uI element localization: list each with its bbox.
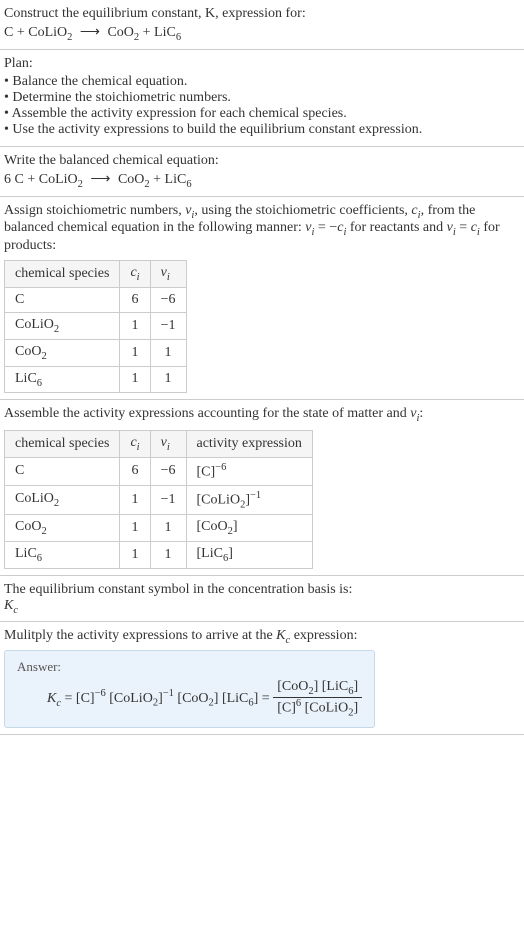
table-row: CoO2 1 1 [5,339,187,366]
th-vi: νi [150,431,186,458]
plan-item: • Assemble the activity expression for e… [4,106,520,122]
cell-vi: −6 [150,287,186,312]
th-species: chemical species [5,261,120,288]
table-row: CoO2 1 1 [CoO2] [5,515,313,542]
th-ci: ci [120,261,150,288]
plan-item: • Balance the chemical equation. [4,74,520,90]
balanced-heading: Write the balanced chemical equation: [4,153,520,169]
unbalanced-equation: C + CoLiO2 ⟶ CoO2 + LiC6 [4,24,520,43]
problem-title: Construct the equilibrium constant, K, e… [4,6,520,22]
activity-table: chemical species ci νi activity expressi… [4,430,313,569]
table-row: C 6 −6 [5,287,187,312]
cell-activity: [C]−6 [186,457,312,485]
multiply-heading: Mulitply the activity expressions to arr… [4,628,520,646]
cell-ci: 6 [120,287,150,312]
cell-vi: −1 [150,485,186,514]
stoich-heading: Assign stoichiometric numbers, νi, using… [4,203,520,255]
plan-item: • Use the activity expressions to build … [4,122,520,138]
answer-expression: Kc = [C]−6 [CoLiO2]−1 [CoO2] [LiC6] = [C… [17,679,362,718]
answer-label: Answer: [17,659,362,675]
symbol-section: The equilibrium constant symbol in the c… [0,576,524,623]
cell-species: C [5,457,120,485]
plan-list: • Balance the chemical equation. • Deter… [4,74,520,138]
cell-vi: −1 [150,312,186,339]
stoich-table: chemical species ci νi C 6 −6 CoLiO2 1 −… [4,260,187,393]
table-header-row: chemical species ci νi activity expressi… [5,431,313,458]
cell-ci: 1 [120,312,150,339]
balanced-section: Write the balanced chemical equation: 6 … [0,147,524,197]
multiply-section: Mulitply the activity expressions to arr… [0,622,524,734]
cell-species: LiC6 [5,541,120,568]
table-row: LiC6 1 1 [5,366,187,393]
cell-vi: −6 [150,457,186,485]
table-row: CoLiO2 1 −1 [5,312,187,339]
symbol-value: Kc [4,598,520,616]
cell-species: CoLiO2 [5,485,120,514]
problem-section: Construct the equilibrium constant, K, e… [0,0,524,50]
activity-heading: Assemble the activity expressions accoun… [4,406,520,424]
stoich-section: Assign stoichiometric numbers, νi, using… [0,197,524,401]
cell-species: C [5,287,120,312]
cell-species: CoO2 [5,515,120,542]
table-row: LiC6 1 1 [LiC6] [5,541,313,568]
th-vi: νi [150,261,186,288]
cell-ci: 1 [120,339,150,366]
plan-heading: Plan: [4,56,520,72]
symbol-heading: The equilibrium constant symbol in the c… [4,582,520,598]
cell-vi: 1 [150,541,186,568]
cell-ci: 6 [120,457,150,485]
cell-vi: 1 [150,366,186,393]
cell-activity: [CoLiO2]−1 [186,485,312,514]
table-header-row: chemical species ci νi [5,261,187,288]
cell-species: CoLiO2 [5,312,120,339]
th-species: chemical species [5,431,120,458]
cell-vi: 1 [150,339,186,366]
cell-species: LiC6 [5,366,120,393]
plan-item: • Determine the stoichiometric numbers. [4,90,520,106]
table-row: C 6 −6 [C]−6 [5,457,313,485]
plan-section: Plan: • Balance the chemical equation. •… [0,50,524,147]
cell-vi: 1 [150,515,186,542]
cell-activity: [LiC6] [186,541,312,568]
cell-ci: 1 [120,485,150,514]
activity-section: Assemble the activity expressions accoun… [0,400,524,575]
cell-ci: 1 [120,515,150,542]
cell-species: CoO2 [5,339,120,366]
th-ci: ci [120,431,150,458]
cell-activity: [CoO2] [186,515,312,542]
th-activity: activity expression [186,431,312,458]
cell-ci: 1 [120,541,150,568]
balanced-equation: 6 C + CoLiO2 ⟶ CoO2 + LiC6 [4,171,520,190]
table-row: CoLiO2 1 −1 [CoLiO2]−1 [5,485,313,514]
answer-box: Answer: Kc = [C]−6 [CoLiO2]−1 [CoO2] [Li… [4,650,375,727]
cell-ci: 1 [120,366,150,393]
